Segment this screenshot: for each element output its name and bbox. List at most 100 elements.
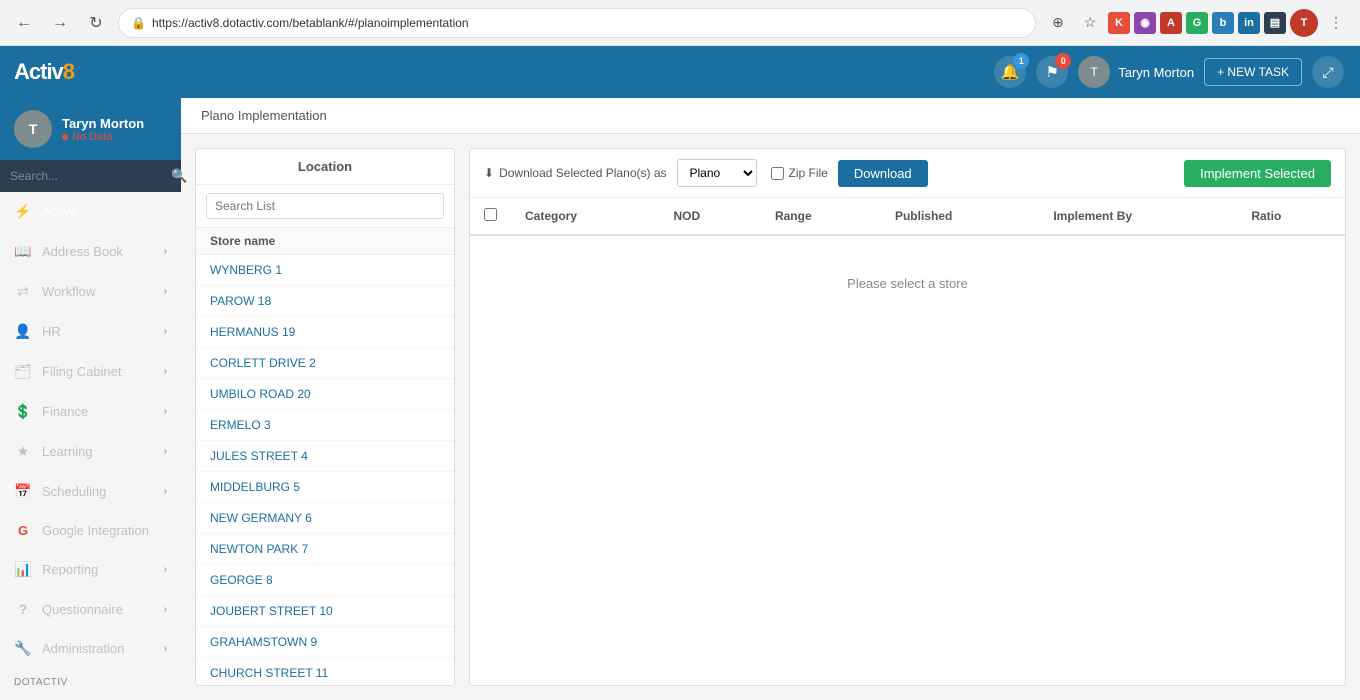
store-item[interactable]: JULES STREET 4	[196, 441, 454, 472]
forward-button[interactable]: →	[46, 9, 74, 37]
table-header-row: Category NOD Range Published Implement B…	[470, 198, 1345, 235]
ext6-icon[interactable]: in	[1238, 12, 1260, 34]
arrow-icon: ›	[164, 446, 167, 457]
store-list: WYNBERG 1PAROW 18HERMANUS 19CORLETT DRIV…	[196, 255, 454, 685]
sidebar-item-reporting[interactable]: 📊 Reporting ›	[0, 550, 181, 590]
sidebar-item-learning[interactable]: ★ Learning ›	[0, 432, 181, 472]
store-item[interactable]: UMBILO ROAD 20	[196, 379, 454, 410]
store-item[interactable]: WYNBERG 1	[196, 255, 454, 286]
col-nod: NOD	[659, 198, 760, 235]
topbar-actions: 🔔 1 ⚑ 0 T Taryn Morton + NEW TASK ⤢	[994, 56, 1344, 88]
ext1-icon[interactable]: K	[1108, 12, 1130, 34]
breadcrumb: Plano Implementation	[181, 98, 1360, 134]
sidebar-item-finance[interactable]: 💲 Finance ›	[0, 392, 181, 432]
notification-button[interactable]: 🔔 1	[994, 56, 1026, 88]
sidebar-item-hr[interactable]: 👤 HR ›	[0, 312, 181, 352]
location-search	[196, 185, 454, 228]
store-item[interactable]: CHURCH STREET 11	[196, 658, 454, 685]
arrow-icon: ›	[164, 604, 167, 615]
sidebar-item-filing-cabinet[interactable]: 🗂 Filing Cabinet ›	[0, 352, 181, 392]
ext4-icon[interactable]: G	[1186, 12, 1208, 34]
sidebar-item-questionnaire[interactable]: ? Questionnaire ›	[0, 590, 181, 629]
zip-file-label[interactable]: Zip File	[771, 166, 828, 180]
store-item[interactable]: PAROW 18	[196, 286, 454, 317]
arrow-icon: ›	[164, 246, 167, 257]
ext3-icon[interactable]: A	[1160, 12, 1182, 34]
sidebar-item-address-book[interactable]: 📖 Address Book ›	[0, 232, 181, 272]
workflow-icon: ⇌	[14, 283, 32, 300]
address-book-icon: 📖	[14, 243, 32, 260]
reporting-icon: 📊	[14, 561, 32, 578]
sidebar-search-bar: 🔍	[0, 160, 181, 192]
sidebar: Activ8 T Taryn Morton No Data 🔍 ⚡ Active	[0, 46, 181, 700]
ext7-icon[interactable]: ▤	[1264, 12, 1286, 34]
ext2-icon[interactable]: ◉	[1134, 12, 1156, 34]
right-side: 🔔 1 ⚑ 0 T Taryn Morton + NEW TASK ⤢ Pla	[181, 46, 1360, 700]
sidebar-nav: ⚡ Active 📖 Address Book › ⇌ Workflow › 👤…	[0, 192, 181, 700]
sidebar-item-active[interactable]: ⚡ Active	[0, 192, 181, 232]
sidebar-item-address-book-label: Address Book	[42, 244, 154, 259]
store-item[interactable]: GRAHAMSTOWN 9	[196, 627, 454, 658]
topbar-user-avatar: T	[1078, 56, 1110, 88]
sidebar-item-filing-cabinet-label: Filing Cabinet	[42, 364, 154, 379]
store-item[interactable]: JOUBERT STREET 10	[196, 596, 454, 627]
topbar-user[interactable]: T Taryn Morton	[1078, 56, 1194, 88]
implement-selected-button[interactable]: Implement Selected	[1184, 160, 1331, 187]
address-bar[interactable]: 🔒 https://activ8.dotactiv.com/betablank/…	[118, 8, 1036, 38]
data-table: Category NOD Range Published Implement B…	[470, 198, 1345, 685]
active-icon: ⚡	[14, 203, 32, 220]
col-implement-by: Implement By	[1039, 198, 1237, 235]
format-select[interactable]: PlanoPDFExcel	[677, 159, 757, 187]
back-button[interactable]: ←	[10, 9, 38, 37]
sidebar-user-header[interactable]: T Taryn Morton No Data	[0, 98, 181, 160]
ext5-icon[interactable]: b	[1212, 12, 1234, 34]
sidebar-item-learning-label: Learning	[42, 444, 154, 459]
status-dot	[62, 134, 68, 140]
store-item[interactable]: NEWTON PARK 7	[196, 534, 454, 565]
section-dotactiv: DOTACTIV	[0, 669, 181, 692]
download-button[interactable]: Download	[838, 160, 928, 187]
share-icon: ⤢	[1322, 64, 1333, 81]
zip-file-checkbox[interactable]	[771, 167, 784, 180]
browser-profile-icon[interactable]: T	[1290, 9, 1318, 37]
more-options-icon[interactable]: ⋮	[1322, 9, 1350, 37]
sidebar-item-google-integration[interactable]: G Google Integration	[0, 512, 181, 550]
sidebar-item-hr-label: HR	[42, 324, 154, 339]
sidebar-user-info: Taryn Morton No Data	[62, 116, 144, 143]
arrow-icon: ›	[164, 366, 167, 377]
table-header: Category NOD Range Published Implement B…	[470, 198, 1345, 235]
questionnaire-icon: ?	[14, 601, 32, 617]
scheduling-icon: 📅	[14, 483, 32, 500]
topbar: 🔔 1 ⚑ 0 T Taryn Morton + NEW TASK ⤢	[181, 46, 1360, 98]
search-browser-icon[interactable]: ⊕	[1044, 9, 1072, 37]
store-item[interactable]: ERMELO 3	[196, 410, 454, 441]
sidebar-item-scheduling[interactable]: 📅 Scheduling ›	[0, 472, 181, 512]
store-item[interactable]: NEW GERMANY 6	[196, 503, 454, 534]
store-item[interactable]: HERMANUS 19	[196, 317, 454, 348]
sidebar-item-activ8-support[interactable]: ⚙ Activ8 Support ›	[0, 692, 181, 700]
sidebar-item-workflow[interactable]: ⇌ Workflow ›	[0, 272, 181, 312]
share-button[interactable]: ⤢	[1312, 56, 1344, 88]
lock-icon: 🔒	[131, 16, 146, 30]
app-row: Activ8 T Taryn Morton No Data 🔍 ⚡ Active	[0, 46, 1360, 700]
sidebar-item-administration[interactable]: 🔧 Administration ›	[0, 629, 181, 669]
learning-icon: ★	[14, 443, 32, 460]
page-body: Location Store name WYNBERG 1PAROW 18HER…	[181, 134, 1360, 700]
topbar-user-name: Taryn Morton	[1118, 65, 1194, 80]
select-all-checkbox[interactable]	[484, 208, 497, 221]
reload-button[interactable]: ↻	[82, 9, 110, 37]
sidebar-search-input[interactable]	[10, 169, 165, 183]
store-item[interactable]: GEORGE 8	[196, 565, 454, 596]
bookmark-icon[interactable]: ☆	[1076, 9, 1104, 37]
arrow-icon: ›	[164, 486, 167, 497]
panel-toolbar: ⬇ Download Selected Plano(s) as PlanoPDF…	[470, 149, 1345, 198]
message-button[interactable]: ⚑ 0	[1036, 56, 1068, 88]
store-item[interactable]: CORLETT DRIVE 2	[196, 348, 454, 379]
logo-bar: Activ8	[0, 46, 181, 98]
url-text: https://activ8.dotactiv.com/betablank/#/…	[152, 16, 469, 30]
store-item[interactable]: MIDDELBURG 5	[196, 472, 454, 503]
new-task-button[interactable]: + NEW TASK	[1204, 58, 1302, 86]
download-label: ⬇ Download Selected Plano(s) as	[484, 166, 667, 180]
sidebar-item-workflow-label: Workflow	[42, 284, 154, 299]
location-search-input[interactable]	[206, 193, 444, 219]
